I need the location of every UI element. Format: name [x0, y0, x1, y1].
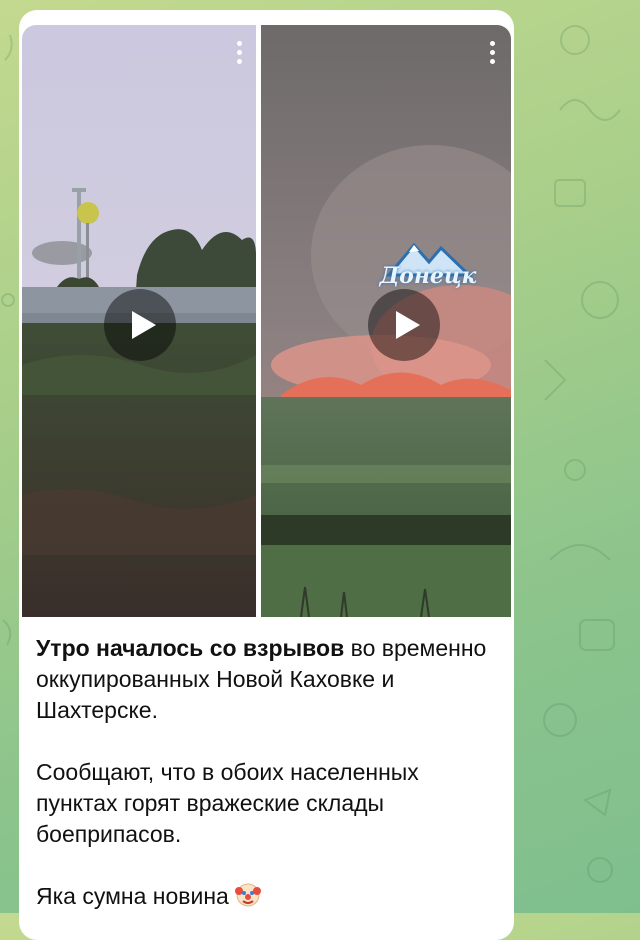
clown-face-icon: [234, 883, 261, 907]
video-thumbnail-2[interactable]: Донецк: [261, 25, 511, 617]
caption-bold-lead: Утро началось со взрывов: [36, 635, 345, 661]
play-icon: [396, 311, 420, 339]
dot-icon: [489, 50, 495, 55]
dot-icon: [236, 59, 242, 64]
dot-icon: [489, 41, 495, 46]
caption-paragraph-3: Яка сумна новина: [36, 881, 506, 912]
video-1-menu-button[interactable]: [229, 37, 249, 71]
video-2-play-button[interactable]: [368, 289, 440, 361]
caption-paragraph-2: Сообщают, что в обоих населенных пунктах…: [36, 759, 419, 847]
message-bubble: Донецк Утро началось со взрывов во време…: [19, 10, 514, 940]
message-text: Утро началось со взрывов во временно окк…: [36, 633, 506, 912]
video-thumbnail-1[interactable]: [22, 25, 256, 617]
caption-paragraph-1: Утро началось со взрывов во временно окк…: [36, 633, 506, 726]
video-1-play-button[interactable]: [104, 289, 176, 361]
dot-icon: [236, 41, 242, 46]
video-2-menu-button[interactable]: [482, 37, 502, 71]
play-icon: [132, 311, 156, 339]
caption-closing-line: Яка сумна новина: [36, 883, 229, 909]
dot-icon: [489, 59, 495, 64]
watermark-text: Донецк: [379, 263, 477, 289]
dot-icon: [236, 50, 242, 55]
